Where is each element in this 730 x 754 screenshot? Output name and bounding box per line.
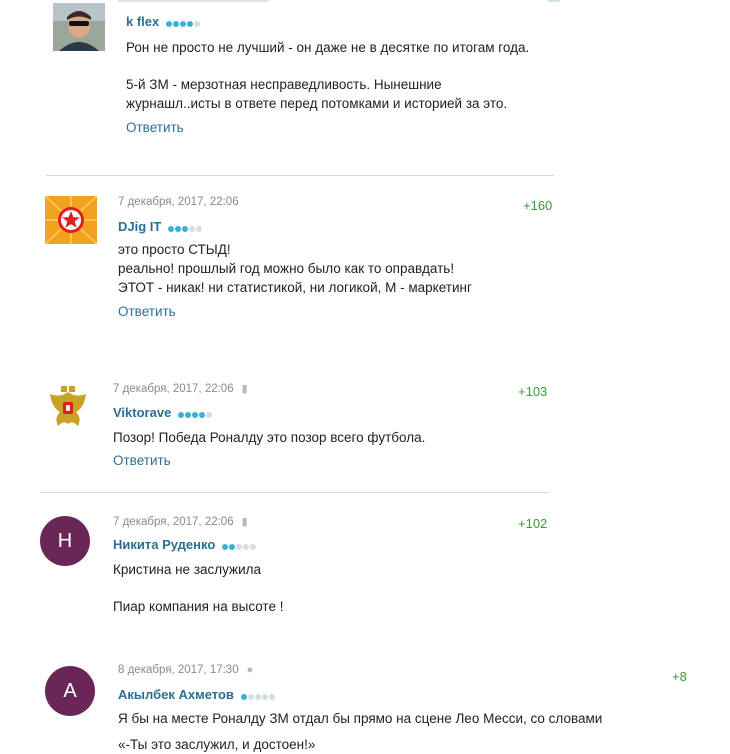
top-fragment-right: [548, 0, 560, 2]
comment-4-username[interactable]: Никита Руденко: [113, 537, 257, 553]
comment-3-score: +103: [518, 384, 548, 399]
rating-dots: [165, 15, 201, 30]
rating-dots: [221, 538, 257, 553]
comment-1-text-1: Рон не просто не лучший - он даже не в д…: [126, 40, 530, 55]
separator: [40, 492, 549, 493]
comment-2-text-1: это просто СТЫД!: [118, 242, 231, 257]
comment-5-username[interactable]: Акылбек Ахметов: [118, 687, 276, 703]
comment-3-username[interactable]: Viktorave: [113, 405, 213, 421]
comment-3-date: 7 декабря, 2017, 22:06 ▮: [113, 383, 248, 395]
android-icon: ▮: [241, 516, 248, 528]
comment-1-text-3: журнашл..исты в ответе перед потомками и…: [126, 96, 508, 111]
comment-4-text-2: Пиар компания на высоте !: [113, 599, 284, 614]
comment-4-text-1: Кристина не заслужила: [113, 562, 261, 577]
comment-2-date: 7 декабря, 2017, 22:06: [118, 196, 239, 208]
comment-2-text-2: реально! прошлый год можно было как то о…: [118, 261, 455, 276]
comment-1-reply-button[interactable]: Ответить: [126, 120, 184, 135]
android-icon: ▮: [241, 383, 248, 395]
separator: [46, 175, 554, 176]
comment-5-text-1: Я бы на месте Роналду ЗМ отдал бы прямо …: [118, 711, 603, 726]
avatar-star-emblem[interactable]: [45, 196, 97, 244]
comment-5-text-2: «-Ты это заслужил, и достоен!»: [118, 737, 316, 752]
rating-dots: [240, 688, 276, 703]
comment-4-date: 7 декабря, 2017, 22:06 ▮: [113, 516, 248, 528]
comment-4-score: +102: [518, 516, 548, 531]
comment-2-username[interactable]: DJig IT: [118, 219, 203, 235]
avatar-letter[interactable]: А: [45, 666, 95, 716]
top-fragment: [118, 0, 268, 2]
comment-2-score: +160: [523, 198, 553, 213]
avatar-photo[interactable]: [53, 3, 105, 51]
rating-dots: [167, 220, 203, 235]
comment-1-text-2: 5-й ЗМ - мерзотная несправедливость. Нын…: [126, 77, 442, 92]
comment-3-reply-button[interactable]: Ответить: [113, 453, 171, 468]
comment-3-text-1: Позор! Победа Роналду это позор всего фу…: [113, 430, 426, 445]
avatar-letter[interactable]: Н: [40, 516, 90, 566]
comment-1-username[interactable]: k flex: [126, 14, 201, 30]
apple-icon: ●: [246, 664, 254, 676]
comment-2-reply-button[interactable]: Ответить: [118, 304, 176, 319]
rating-dots: [177, 406, 213, 421]
comment-2-text-3: ЭТОТ - никак! ни статистикой, ни логикой…: [118, 280, 472, 295]
comment-5-date: 8 декабря, 2017, 17:30 ●: [118, 664, 254, 676]
comment-5-score: +8: [672, 669, 687, 684]
avatar-coat-of-arms[interactable]: [42, 384, 94, 436]
